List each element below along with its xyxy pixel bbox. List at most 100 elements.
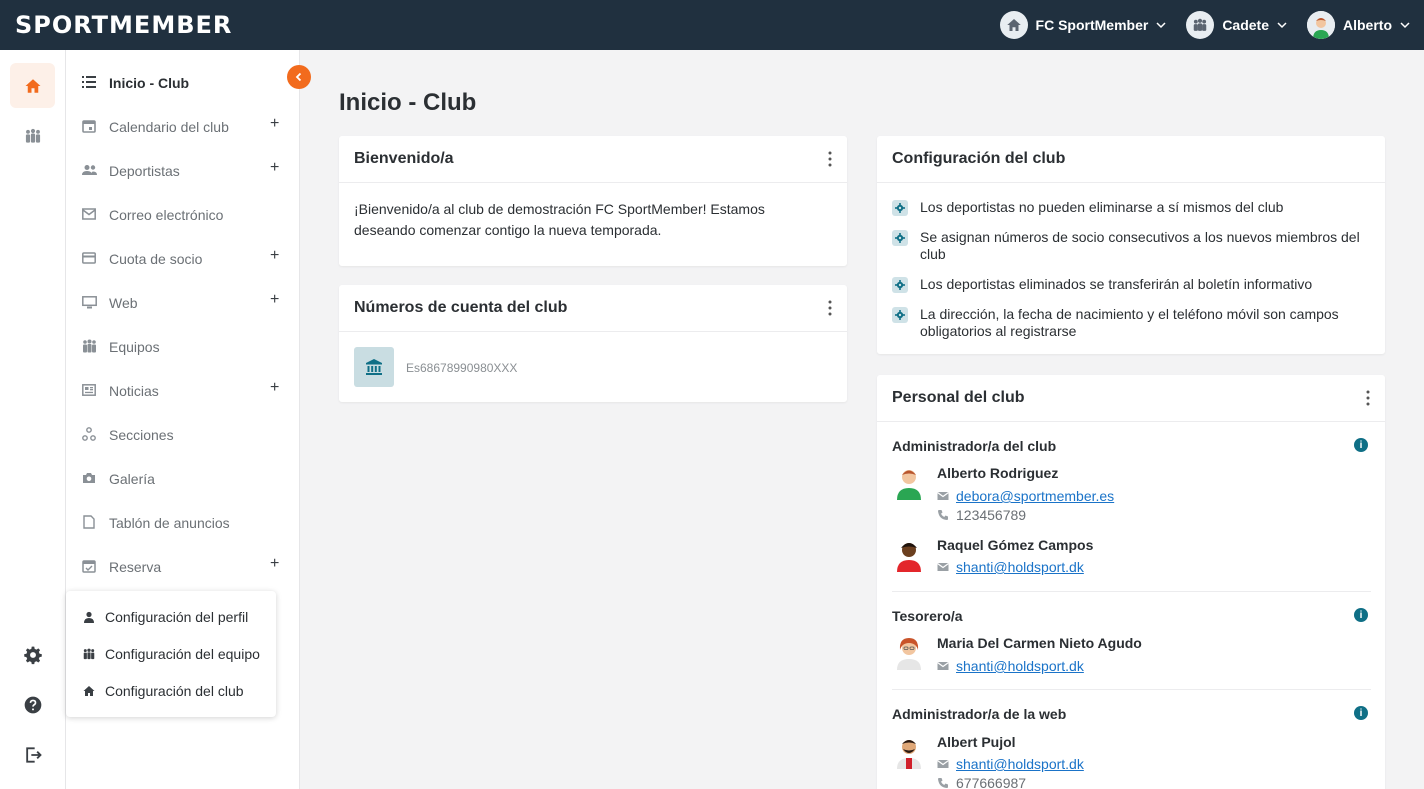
sidebar-item-reserva[interactable]: Reserva + [66,545,300,589]
club-switcher[interactable]: FC SportMember [999,11,1167,39]
sidebar-item-label: Tablón de anuncios [109,515,230,531]
sidebar-item-label: Web [109,295,138,311]
more-options-icon[interactable] [1365,389,1371,407]
cog-icon [892,277,908,293]
sidebar-item-inicio-club[interactable]: Inicio - Club [66,61,300,105]
info-icon[interactable]: i [1354,706,1368,720]
rail-home-button[interactable] [10,63,55,108]
person-phone-row: 123456789 [937,507,1026,523]
user-name: Alberto [1343,17,1392,33]
person-email-row: shanti@holdsport.dk [937,559,1084,575]
user-icon [83,611,95,623]
menu-item-team-settings[interactable]: Configuración del equipo [66,635,276,672]
calendar-icon [81,118,97,134]
config-item: Los deportistas no pueden eliminarse a s… [892,199,1362,216]
expand-plus-icon[interactable]: + [270,379,279,397]
card-header: Bienvenido/a [339,136,847,183]
sidebar-item-tablon[interactable]: Tablón de anuncios [66,501,300,545]
card-icon [81,250,97,266]
sidebar-item-calendario[interactable]: Calendario del club + [66,105,300,149]
menu-item-label: Configuración del equipo [105,645,260,662]
user-avatar [1307,11,1335,39]
monitor-icon [81,294,97,310]
more-options-icon[interactable] [827,150,833,168]
person-email-row: shanti@holdsport.dk [937,658,1084,674]
people-icon [81,162,97,178]
sidebar-item-label: Equipos [109,339,160,355]
chevron-down-icon [1156,22,1166,29]
info-icon[interactable]: i [1354,608,1368,622]
mail-icon [937,662,949,670]
sportmember-logo[interactable]: SPORTMEMBER [15,11,232,39]
mail-icon [81,206,97,222]
user-menu[interactable]: Alberto [1307,11,1410,39]
expand-plus-icon[interactable]: + [270,555,279,573]
team-name: Cadete [1222,17,1269,33]
sidebar-item-label: Calendario del club [109,119,229,135]
role-title: Administrador/a de la web [892,706,1067,722]
sidebar-item-noticias[interactable]: Noticias + [66,369,300,413]
expand-plus-icon[interactable]: + [270,291,279,309]
board-icon [81,514,97,530]
expand-plus-icon[interactable]: + [270,247,279,265]
card-header: Personal del club [877,375,1385,422]
rail-logout-button[interactable] [10,732,55,777]
sidebar-item-web[interactable]: Web + [66,281,300,325]
account-numbers-card: Números de cuenta del club Es68678990980… [339,285,847,402]
sidebar-item-label: Deportistas [109,163,180,179]
menu-item-club-settings[interactable]: Configuración del club [66,672,276,709]
config-item: Los deportistas eliminados se transferir… [892,276,1362,293]
chevron-down-icon [1400,22,1410,29]
card-title: Personal del club [892,389,1025,406]
team-icon [1186,11,1215,39]
sidebar-item-cuota[interactable]: Cuota de socio + [66,237,300,281]
mail-icon [937,760,949,768]
chevron-down-icon [1277,22,1287,29]
expand-plus-icon[interactable]: + [270,115,279,133]
menu-item-profile-settings[interactable]: Configuración del perfil [66,598,276,635]
rail-teams-button[interactable] [10,113,55,158]
sidebar-collapse-button[interactable] [287,65,311,89]
email-link[interactable]: debora@sportmember.es [956,488,1114,504]
email-link[interactable]: shanti@holdsport.dk [956,756,1084,772]
help-icon [24,696,41,713]
sidebar-item-deportistas[interactable]: Deportistas + [66,149,300,193]
logout-icon [25,746,42,763]
person-phone-row: 677666987 [937,775,1026,789]
phone-number: 123456789 [956,507,1027,523]
chevron-left-icon [295,72,302,82]
mail-icon [937,563,949,571]
card-title: Números de cuenta del club [354,299,568,316]
more-options-icon[interactable] [827,299,833,317]
email-link[interactable]: shanti@holdsport.dk [956,658,1084,674]
sidebar-item-secciones[interactable]: Secciones [66,413,300,457]
email-link[interactable]: shanti@holdsport.dk [956,559,1084,575]
bank-icon [354,347,394,387]
phone-number: 677666987 [956,775,1027,789]
sidebar-item-label: Cuota de socio [109,251,203,267]
person-email-row: debora@sportmember.es [937,488,1114,504]
info-icon[interactable]: i [1354,438,1368,452]
expand-plus-icon[interactable]: + [270,159,279,177]
cog-icon [892,230,908,246]
top-right-menu: FC SportMember Cadete Alberto [999,0,1410,50]
rail-help-button[interactable] [10,682,55,727]
calendar-check-icon [81,558,97,574]
page-title: Inicio - Club [339,89,477,116]
club-staff-card: Personal del club Administrador/a del cl… [877,375,1385,789]
rail-settings-button[interactable] [10,632,55,677]
sidebar-item-label: Galería [109,471,155,487]
sidebar-item-label: Secciones [109,427,174,443]
divider [892,689,1371,690]
sidebar-item-equipos[interactable]: Equipos [66,325,300,369]
team-switcher[interactable]: Cadete [1186,11,1287,39]
sidebar-item-correo[interactable]: Correo electrónico [66,193,300,237]
welcome-message: ¡Bienvenido/a al club de demostración FC… [354,201,765,238]
club-home-icon [999,11,1028,39]
card-title: Configuración del club [892,150,1066,167]
icon-rail [0,50,66,789]
sidebar-item-galeria[interactable]: Galería [66,457,300,501]
club-config-card: Configuración del club Los deportistas n… [877,136,1385,354]
avatar [897,638,921,670]
cog-icon [892,200,908,216]
